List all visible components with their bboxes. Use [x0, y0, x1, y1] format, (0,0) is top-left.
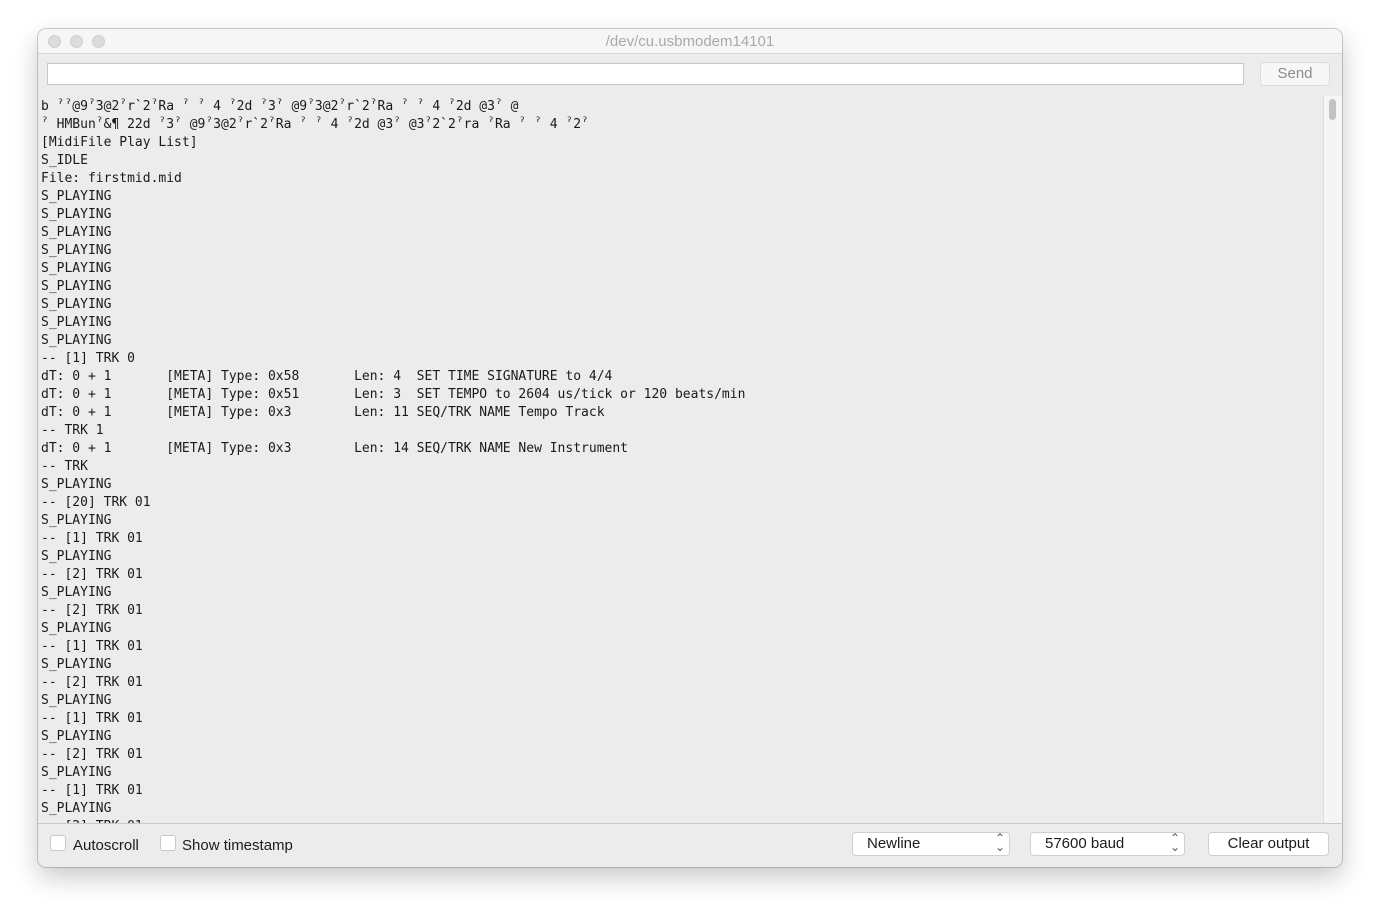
output-line: -- [1] TRK 01: [41, 711, 143, 726]
output-line: dT: 0 + 1 [META] Type: 0x3 Len: 11 SEQ/T…: [41, 405, 605, 420]
output-line: -- [1] TRK 01: [41, 639, 143, 654]
output-line: -- [2] TRK 01: [41, 747, 143, 762]
output-line: S_PLAYING: [41, 801, 112, 816]
updown-chevron-icon: ⌃ ⌄: [994, 831, 1005, 854]
output-line: S_PLAYING: [41, 207, 112, 222]
output-line: S_PLAYING: [41, 279, 112, 294]
clear-output-button[interactable]: Clear output: [1208, 832, 1329, 856]
output-line: -- [2] TRK 01: [41, 675, 143, 690]
output-line: -- [1] TRK 01: [41, 531, 143, 546]
output-line: S_PLAYING: [41, 225, 112, 240]
output-line: S_PLAYING: [41, 315, 112, 330]
output-line: S_PLAYING: [41, 297, 112, 312]
output-line: -- [2] TRK 01: [41, 603, 143, 618]
show-timestamp-label[interactable]: Show timestamp: [182, 837, 293, 854]
output-line: S_PLAYING: [41, 765, 112, 780]
bottom-bar: Autoscroll Show timestamp Newline ⌃ ⌄ 576…: [38, 824, 1342, 867]
baud-rate-select[interactable]: 57600 baud ⌃ ⌄: [1030, 832, 1185, 856]
serial-monitor-window: /dev/cu.usbmodem14101 Send b ˀˀ@9ˀ3@2ˀr`…: [38, 29, 1342, 867]
output-line: S_PLAYING: [41, 693, 112, 708]
vertical-scrollbar[interactable]: [1323, 96, 1342, 823]
line-ending-select[interactable]: Newline ⌃ ⌄: [852, 832, 1010, 856]
output-line: S_PLAYING: [41, 549, 112, 564]
window-title: /dev/cu.usbmodem14101: [605, 33, 775, 50]
baud-rate-value: 57600 baud: [1045, 835, 1125, 852]
send-button[interactable]: Send: [1260, 62, 1330, 86]
output-line: dT: 0 + 1 [META] Type: 0x51 Len: 3 SET T…: [41, 387, 746, 402]
line-ending-value: Newline: [867, 835, 921, 852]
show-timestamp-checkbox[interactable]: [160, 835, 176, 851]
updown-chevron-icon: ⌃ ⌄: [1169, 831, 1180, 854]
output-line: dT: 0 + 1 [META] Type: 0x58 Len: 4 SET T…: [41, 369, 613, 384]
output-line: S_PLAYING: [41, 261, 112, 276]
output-line: [MidiFile Play List]: [41, 135, 198, 150]
output-line: S_PLAYING: [41, 657, 112, 672]
output-line: S_IDLE: [41, 153, 88, 168]
output-line: -- [2] TRK 01: [41, 567, 143, 582]
autoscroll-label[interactable]: Autoscroll: [73, 837, 139, 854]
output-line: S_PLAYING: [41, 729, 112, 744]
output-line: File: firstmid.mid: [41, 171, 182, 186]
scrollbar-thumb[interactable]: [1329, 99, 1336, 120]
output-line: S_PLAYING: [41, 621, 112, 636]
output-line: S_PLAYING: [41, 333, 112, 348]
output-line: S_PLAYING: [41, 477, 112, 492]
output-line: ˀ HMBunˀ&¶ 22d ˀ3ˀ @9ˀ3@2ˀr`2ˀRa ˀ ˀ 4 ˀ…: [41, 117, 589, 132]
output-line: -- [20] TRK 01: [41, 495, 151, 510]
output-line: S_PLAYING: [41, 189, 112, 204]
output-line: S_PLAYING: [41, 585, 112, 600]
output-line: -- [1] TRK 01: [41, 783, 143, 798]
title-bar: /dev/cu.usbmodem14101: [38, 29, 1342, 54]
serial-output[interactable]: b ˀˀ@9ˀ3@2ˀr`2ˀRa ˀ ˀ 4 ˀ2d ˀ3ˀ @9ˀ3@2ˀr…: [38, 96, 1342, 824]
send-input[interactable]: [47, 63, 1244, 85]
output-line: dT: 0 + 1 [META] Type: 0x3 Len: 14 SEQ/T…: [41, 441, 628, 456]
output-line: S_PLAYING: [41, 243, 112, 258]
output-line: -- TRK: [41, 459, 88, 474]
output-line: b ˀˀ@9ˀ3@2ˀr`2ˀRa ˀ ˀ 4 ˀ2d ˀ3ˀ @9ˀ3@2ˀr…: [41, 99, 519, 114]
output-line: S_PLAYING: [41, 513, 112, 528]
output-line: -- TRK 1: [41, 423, 104, 438]
output-line: -- [1] TRK 0: [41, 351, 135, 366]
autoscroll-checkbox[interactable]: [50, 835, 66, 851]
send-bar: Send: [38, 54, 1342, 97]
output-lines: b ˀˀ@9ˀ3@2ˀr`2ˀRa ˀ ˀ 4 ˀ2d ˀ3ˀ @9ˀ3@2ˀr…: [41, 98, 1321, 823]
